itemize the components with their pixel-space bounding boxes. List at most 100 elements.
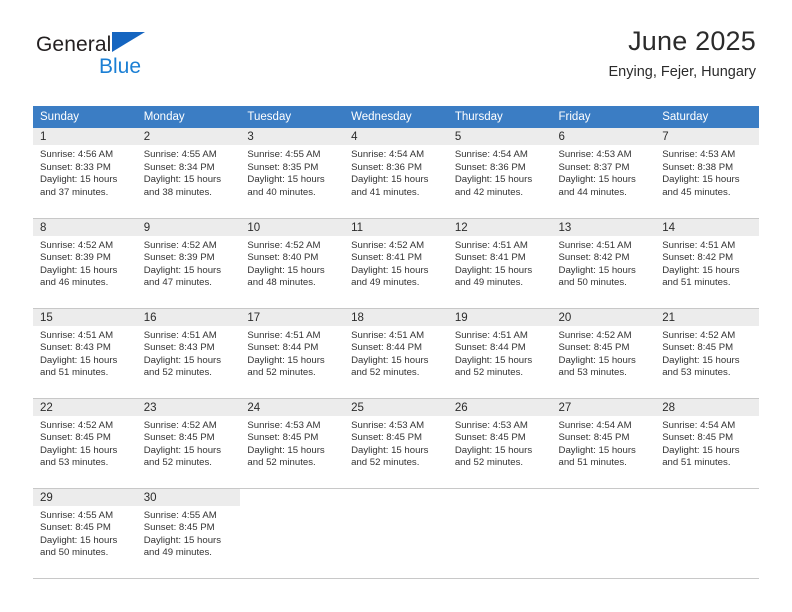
calendar-week-row: 8 Sunrise: 4:52 AM Sunset: 8:39 PM Daylight… xyxy=(33,218,759,309)
daylight-duration-line2: and 51 minutes. xyxy=(558,457,627,469)
day-cell-inner: 12 Sunrise: 4:51 AM Sunset: 8:41 PM Dayligh… xyxy=(447,218,552,308)
calendar-day-cell[interactable]: 20 Sunrise: 4:52 AM Sunset: 8:45 PM Dayligh… xyxy=(551,308,656,399)
day-number: 27 xyxy=(551,398,656,416)
sunset-time: Sunset: 8:42 PM xyxy=(558,252,630,264)
calendar-day-cell[interactable]: 12 Sunrise: 4:51 AM Sunset: 8:41 PM Dayligh… xyxy=(447,218,552,309)
calendar-day-cell[interactable]: 25 Sunrise: 4:53 AM Sunset: 8:45 PM Dayligh… xyxy=(344,398,448,489)
brand-triangle-icon xyxy=(112,32,146,52)
day-number: 8 xyxy=(33,218,137,236)
sunset-time: Sunset: 8:45 PM xyxy=(662,342,734,354)
sunrise-time: Sunrise: 4:55 AM xyxy=(143,509,217,521)
calendar-day-cell[interactable]: 1 Sunrise: 4:56 AM Sunset: 8:33 PM Daylight… xyxy=(33,128,137,219)
daylight-duration-line1: Daylight: 15 hours xyxy=(662,264,740,276)
calendar-day-cell[interactable]: 24 Sunrise: 4:53 AM Sunset: 8:45 PM Dayligh… xyxy=(240,398,345,489)
weekday-header-thursday: Thursday xyxy=(447,106,552,128)
sunrise-time: Sunrise: 4:51 AM xyxy=(558,239,632,251)
calendar-day-cell[interactable]: 3 Sunrise: 4:55 AM Sunset: 8:35 PM Daylight… xyxy=(240,128,345,219)
daylight-duration-line2: and 52 minutes. xyxy=(247,457,316,469)
day-cell-inner: 3 Sunrise: 4:55 AM Sunset: 8:35 PM Daylight… xyxy=(240,128,345,218)
daylight-duration-line1: Daylight: 15 hours xyxy=(143,444,222,456)
day-number: 4 xyxy=(344,128,448,145)
daylight-duration-line1: Daylight: 15 hours xyxy=(247,354,325,366)
daylight-duration-line1: Daylight: 15 hours xyxy=(558,354,636,366)
daylight-duration-line1: Daylight: 15 hours xyxy=(662,174,740,186)
calendar-day-cell[interactable]: 13 Sunrise: 4:51 AM Sunset: 8:42 PM Dayligh… xyxy=(551,218,656,309)
day-details: Sunrise: 4:51 AM Sunset: 8:44 PM Daylight:… xyxy=(240,326,344,380)
daylight-duration-line1: Daylight: 15 hours xyxy=(351,264,429,276)
sunset-time: Sunset: 8:45 PM xyxy=(454,432,526,444)
sunrise-time: Sunrise: 4:55 AM xyxy=(143,149,217,160)
brand-logo[interactable]: General Blue xyxy=(36,32,216,84)
calendar-day-cell[interactable]: 5 Sunrise: 4:54 AM Sunset: 8:36 PM Daylight… xyxy=(447,128,552,219)
day-number: 25 xyxy=(344,398,448,416)
daylight-duration-line2: and 51 minutes. xyxy=(662,457,731,469)
calendar-day-cell[interactable]: 23 Sunrise: 4:52 AM Sunset: 8:45 PM Dayligh… xyxy=(136,398,241,489)
daylight-duration-line1: Daylight: 15 hours xyxy=(40,534,118,546)
daylight-duration-line1: Daylight: 15 hours xyxy=(558,444,636,456)
day-details: Sunrise: 4:53 AM Sunset: 8:45 PM Daylight:… xyxy=(240,416,344,470)
calendar-day-cell[interactable]: 30 Sunrise: 4:55 AM Sunset: 8:45 PM Dayligh… xyxy=(136,488,241,579)
daylight-duration-line1: Daylight: 15 hours xyxy=(143,354,222,366)
sunset-time: Sunset: 8:38 PM xyxy=(662,161,734,173)
sunrise-time: Sunrise: 4:54 AM xyxy=(558,419,632,431)
calendar-day-cell[interactable]: 22 Sunrise: 4:52 AM Sunset: 8:45 PM Dayligh… xyxy=(33,398,137,489)
calendar-day-cell[interactable]: 2 Sunrise: 4:55 AM Sunset: 8:34 PM Daylight… xyxy=(136,128,241,219)
page-subtitle: Enying, Fejer, Hungary xyxy=(608,64,757,81)
calendar-day-cell[interactable]: 14 Sunrise: 4:51 AM Sunset: 8:42 PM Dayligh… xyxy=(655,218,759,309)
daylight-duration-line2: and 52 minutes. xyxy=(454,367,524,379)
calendar-day-cell[interactable]: 9 Sunrise: 4:52 AM Sunset: 8:39 PM Daylight… xyxy=(136,218,241,309)
sunrise-time: Sunrise: 4:51 AM xyxy=(662,239,736,251)
calendar-day-cell[interactable]: 10 Sunrise: 4:52 AM Sunset: 8:40 PM Dayligh… xyxy=(240,218,345,309)
day-number: 6 xyxy=(551,128,656,145)
calendar-day-cell[interactable]: 8 Sunrise: 4:52 AM Sunset: 8:39 PM Daylight… xyxy=(33,218,137,309)
calendar-day-cell[interactable]: 7 Sunrise: 4:53 AM Sunset: 8:38 PM Daylight… xyxy=(655,128,759,219)
daylight-duration-line1: Daylight: 15 hours xyxy=(454,264,533,276)
day-number: 5 xyxy=(447,128,552,145)
day-details: Sunrise: 4:51 AM Sunset: 8:44 PM Daylight:… xyxy=(448,326,552,380)
sunrise-time: Sunrise: 4:54 AM xyxy=(351,149,425,160)
daylight-duration-line2: and 50 minutes. xyxy=(40,547,109,559)
calendar-day-cell[interactable]: 18 Sunrise: 4:51 AM Sunset: 8:44 PM Dayligh… xyxy=(344,308,448,399)
daylight-duration-line2: and 37 minutes. xyxy=(40,186,109,198)
calendar-day-cell[interactable]: 15 Sunrise: 4:51 AM Sunset: 8:43 PM Dayligh… xyxy=(33,308,137,399)
calendar-day-cell[interactable]: 11 Sunrise: 4:52 AM Sunset: 8:41 PM Dayligh… xyxy=(344,218,448,309)
day-cell-inner: 17 Sunrise: 4:51 AM Sunset: 8:44 PM Dayligh… xyxy=(240,308,345,398)
calendar-day-cell-empty xyxy=(447,488,552,579)
calendar-day-cell[interactable]: 29 Sunrise: 4:55 AM Sunset: 8:45 PM Dayligh… xyxy=(33,488,137,579)
day-details: Sunrise: 4:53 AM Sunset: 8:37 PM Daylight:… xyxy=(552,145,656,199)
calendar-day-cell[interactable]: 16 Sunrise: 4:51 AM Sunset: 8:43 PM Dayligh… xyxy=(136,308,241,399)
day-number: 3 xyxy=(240,128,345,145)
day-number: 29 xyxy=(33,488,137,506)
daylight-duration-line2: and 46 minutes. xyxy=(40,277,109,289)
day-details: Sunrise: 4:55 AM Sunset: 8:35 PM Daylight:… xyxy=(240,145,344,199)
day-cell-inner: 23 Sunrise: 4:52 AM Sunset: 8:45 PM Dayligh… xyxy=(136,398,241,488)
sunset-time: Sunset: 8:45 PM xyxy=(40,522,111,534)
day-number: 18 xyxy=(344,308,448,326)
sunset-time: Sunset: 8:45 PM xyxy=(558,342,630,354)
daylight-duration-line1: Daylight: 15 hours xyxy=(558,264,636,276)
calendar-day-cell[interactable]: 21 Sunrise: 4:52 AM Sunset: 8:45 PM Dayligh… xyxy=(655,308,759,399)
day-number: 20 xyxy=(551,308,656,326)
sunset-time: Sunset: 8:44 PM xyxy=(247,342,319,354)
sunrise-time: Sunrise: 4:55 AM xyxy=(247,149,321,160)
day-cell-inner: 8 Sunrise: 4:52 AM Sunset: 8:39 PM Daylight… xyxy=(33,218,137,308)
daylight-duration-line2: and 53 minutes. xyxy=(558,367,627,379)
sunrise-time: Sunrise: 4:54 AM xyxy=(454,149,528,160)
day-cell-inner: 27 Sunrise: 4:54 AM Sunset: 8:45 PM Dayligh… xyxy=(551,398,656,488)
day-cell-inner: 16 Sunrise: 4:51 AM Sunset: 8:43 PM Dayligh… xyxy=(136,308,241,398)
daylight-duration-line2: and 52 minutes. xyxy=(351,457,420,469)
calendar-day-cell[interactable]: 27 Sunrise: 4:54 AM Sunset: 8:45 PM Dayligh… xyxy=(551,398,656,489)
sunrise-time: Sunrise: 4:53 AM xyxy=(247,419,321,431)
calendar-day-cell[interactable]: 4 Sunrise: 4:54 AM Sunset: 8:36 PM Daylight… xyxy=(344,128,448,219)
daylight-duration-line1: Daylight: 15 hours xyxy=(247,444,325,456)
day-number: 23 xyxy=(136,398,241,416)
calendar-day-cell[interactable]: 6 Sunrise: 4:53 AM Sunset: 8:37 PM Daylight… xyxy=(551,128,656,219)
calendar-day-cell[interactable]: 28 Sunrise: 4:54 AM Sunset: 8:45 PM Dayligh… xyxy=(655,398,759,489)
sunrise-time: Sunrise: 4:51 AM xyxy=(143,329,217,341)
sunset-time: Sunset: 8:41 PM xyxy=(454,252,526,264)
sunset-time: Sunset: 8:35 PM xyxy=(247,161,319,173)
calendar-body: 1 Sunrise: 4:56 AM Sunset: 8:33 PM Daylight… xyxy=(33,128,759,579)
calendar-day-cell[interactable]: 17 Sunrise: 4:51 AM Sunset: 8:44 PM Dayligh… xyxy=(240,308,345,399)
calendar-day-cell[interactable]: 26 Sunrise: 4:53 AM Sunset: 8:45 PM Dayligh… xyxy=(447,398,552,489)
calendar-day-cell[interactable]: 19 Sunrise: 4:51 AM Sunset: 8:44 PM Dayligh… xyxy=(447,308,552,399)
